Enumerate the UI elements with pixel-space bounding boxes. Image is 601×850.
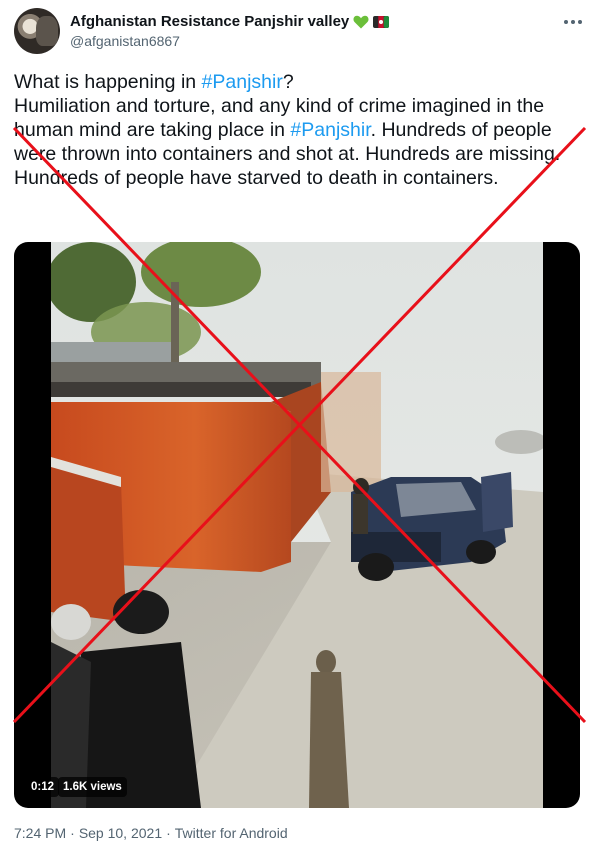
- video-view-count: 1.6K views: [58, 777, 127, 797]
- tweet-metadata: 7:24 PM · Sep 10, 2021 · Twitter for Android: [14, 825, 288, 841]
- separator: ·: [166, 825, 171, 841]
- flag-icon: [373, 15, 390, 28]
- tweet-text-line1-end: ?: [282, 71, 294, 93]
- tweet-time[interactable]: 7:24 PM: [14, 825, 66, 841]
- avatar[interactable]: [14, 8, 60, 54]
- author-name[interactable]: Afghanistan Resistance Panjshir valley: [70, 13, 349, 30]
- more-options-icon[interactable]: [561, 12, 585, 32]
- tweet-text-line1: What is happening in: [14, 71, 202, 93]
- video-player[interactable]: [14, 242, 580, 808]
- hashtag-link[interactable]: #Panjshir: [202, 71, 283, 93]
- tweet-source[interactable]: Twitter for Android: [175, 825, 288, 841]
- author-handle[interactable]: @afganistan6867: [70, 33, 180, 49]
- tweet-header: Afghanistan Resistance Panjshir valley @…: [14, 8, 589, 56]
- author-name-row: Afghanistan Resistance Panjshir valley: [70, 13, 390, 30]
- tweet-text: What is happening in #Panjshir? Humiliat…: [14, 70, 589, 190]
- video-frame[interactable]: [51, 242, 543, 808]
- hashtag-link[interactable]: #Panjshir: [290, 119, 370, 141]
- green-heart-icon: [353, 15, 369, 28]
- tweet-date[interactable]: Sep 10, 2021: [79, 825, 162, 841]
- separator: ·: [70, 825, 75, 841]
- video-duration: 0:12: [26, 777, 60, 797]
